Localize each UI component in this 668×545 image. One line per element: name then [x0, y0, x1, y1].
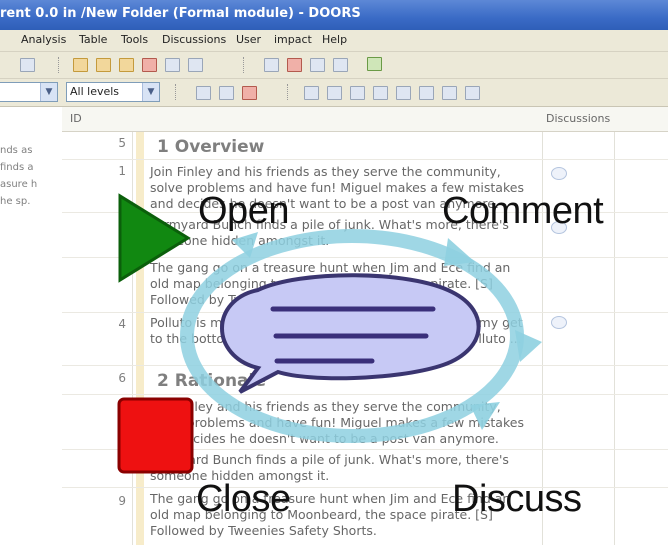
- demote-icon[interactable]: [188, 58, 203, 72]
- refresh-icon[interactable]: [367, 57, 382, 71]
- menu-help[interactable]: Help: [322, 33, 347, 46]
- filter-advanced-icon[interactable]: [419, 86, 434, 100]
- open-label: Open: [198, 190, 289, 232]
- toolbar-separator: [287, 84, 289, 100]
- insert-below-icon[interactable]: [96, 58, 111, 72]
- window-title: rent 0.0 in /New Folder (Formal module) …: [0, 6, 361, 21]
- toolbar-primary: [0, 52, 668, 79]
- menu-tools[interactable]: Tools: [121, 33, 148, 46]
- insert-child-icon[interactable]: [119, 58, 134, 72]
- link-create-icon[interactable]: [264, 58, 279, 72]
- delete-object-icon[interactable]: [142, 58, 157, 72]
- link-target-icon[interactable]: [333, 58, 348, 72]
- toolbar-secondary: ▼ All levels ▼: [0, 79, 668, 107]
- filter-edit-icon[interactable]: [327, 86, 342, 100]
- link-delete-icon[interactable]: [287, 58, 302, 72]
- toolbar-separator: [175, 84, 177, 100]
- promote-icon[interactable]: [165, 58, 180, 72]
- menu-discussions[interactable]: Discussions: [162, 33, 226, 46]
- chevron-down-icon[interactable]: ▼: [142, 83, 159, 101]
- menu-analysis[interactable]: Analysis: [21, 33, 66, 46]
- properties-icon[interactable]: [373, 86, 388, 100]
- toolbar-separator: [243, 57, 245, 73]
- menu-user[interactable]: User: [236, 33, 261, 46]
- menu-table[interactable]: Table: [79, 33, 107, 46]
- title-bar: rent 0.0 in /New Folder (Formal module) …: [0, 0, 668, 30]
- menu-impact[interactable]: impact: [274, 33, 312, 46]
- link-source-icon[interactable]: [310, 58, 325, 72]
- filter-icon[interactable]: [396, 86, 411, 100]
- cut-icon[interactable]: [242, 86, 257, 100]
- close-label: Close: [196, 478, 291, 520]
- levels-select-value: All levels: [70, 85, 120, 98]
- columns-icon[interactable]: [304, 86, 319, 100]
- toolbar-separator: [58, 57, 60, 73]
- levels-select[interactable]: All levels ▼: [66, 82, 160, 102]
- link-icon[interactable]: [20, 58, 35, 72]
- share-icon[interactable]: [350, 86, 365, 100]
- chevron-down-icon[interactable]: ▼: [40, 83, 57, 101]
- filter-off-icon[interactable]: [442, 86, 457, 100]
- discuss-label: Discuss: [452, 478, 582, 520]
- expand-icon[interactable]: [196, 86, 211, 100]
- comment-label: Comment: [442, 190, 604, 232]
- view-select[interactable]: ▼: [0, 82, 58, 102]
- insert-object-icon[interactable]: [73, 58, 88, 72]
- collapse-icon[interactable]: [219, 86, 234, 100]
- sort-icon[interactable]: [465, 86, 480, 100]
- menu-bar: Analysis Table Tools Discussions User im…: [0, 30, 668, 52]
